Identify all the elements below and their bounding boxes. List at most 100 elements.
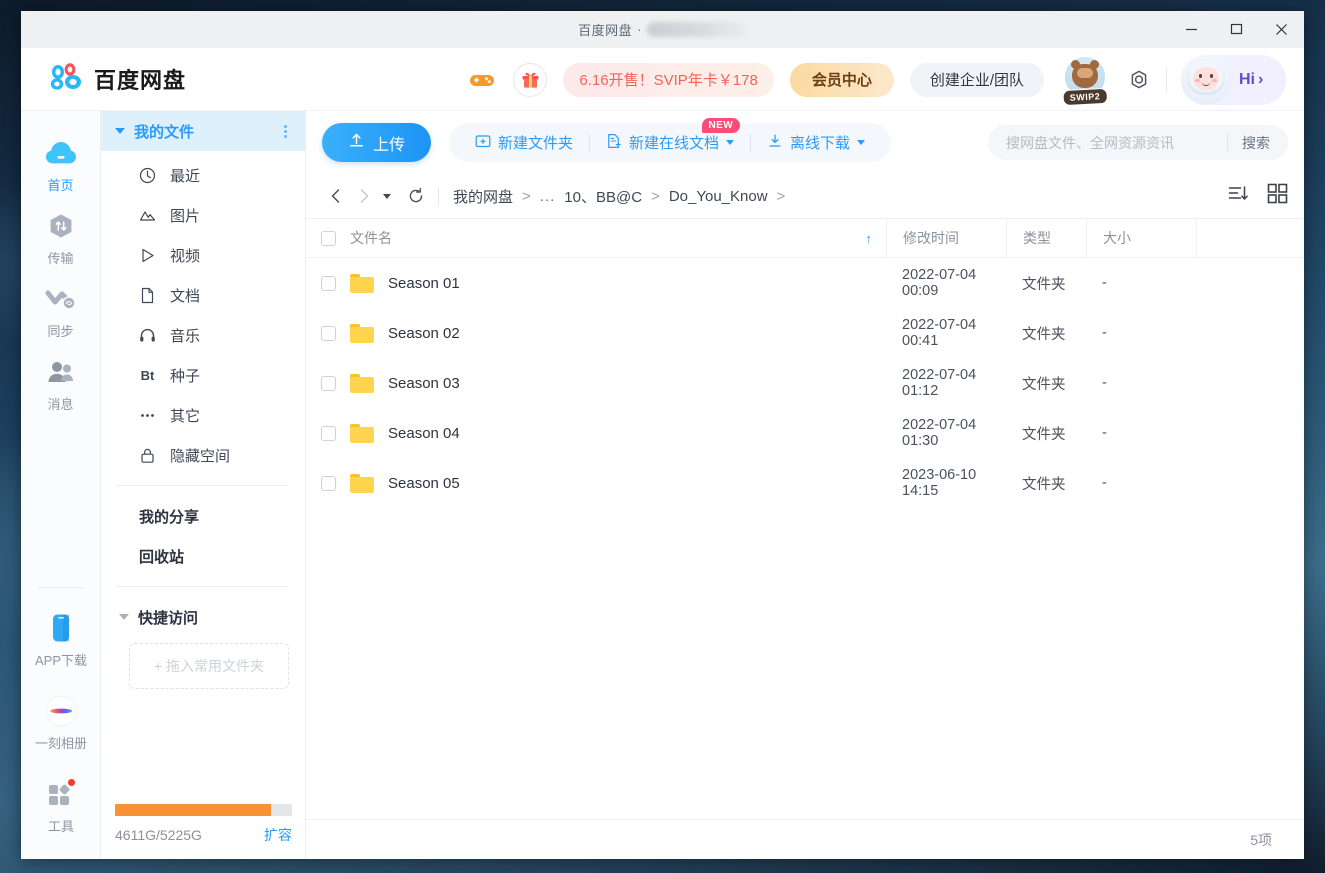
back-button[interactable] xyxy=(322,182,350,210)
new-online-doc-button[interactable]: NEW 新建在线文档 xyxy=(596,118,744,153)
gift-icon[interactable] xyxy=(513,62,548,97)
tree-item-recycle-bin[interactable]: 回收站 xyxy=(101,536,305,576)
file-table-header: 文件名 ↑ 修改时间 类型 大小 xyxy=(306,218,1304,258)
forward-button[interactable] xyxy=(350,182,378,210)
row-size: - xyxy=(1102,325,1107,341)
tree-item-torrents[interactable]: Bt 种子 xyxy=(101,355,305,395)
tree-item-documents[interactable]: 文档 xyxy=(101,275,305,315)
row-file-name: Season 03 xyxy=(388,374,460,392)
folder-icon xyxy=(350,323,374,343)
new-folder-label: 新建文件夹 xyxy=(498,135,574,152)
rail-item-album[interactable]: 一刻相册 xyxy=(25,685,97,758)
row-name-cell[interactable]: Season 01 xyxy=(350,273,886,293)
row-checkbox-cell[interactable] xyxy=(306,375,350,391)
search-button[interactable]: 搜索 xyxy=(1228,133,1284,153)
breadcrumb-item-2[interactable]: Do_You_Know xyxy=(669,188,768,205)
tree-item-hidden-space[interactable]: 隐藏空间 xyxy=(101,435,305,475)
row-checkbox-cell[interactable] xyxy=(306,475,350,491)
rail-item-sync[interactable]: 同步 xyxy=(25,273,97,346)
row-checkbox-cell[interactable] xyxy=(306,425,350,441)
row-mtime: 2022-07-04 01:12 xyxy=(902,367,977,399)
caret-down-icon xyxy=(115,128,125,134)
user-account-chip[interactable]: Hi › xyxy=(1181,54,1286,105)
file-toolbar: 上传 新建文件夹 NEW 新建在线文档 离线下载 搜网盘文件、全网资源资讯 搜索 xyxy=(306,111,1304,174)
minimize-button[interactable] xyxy=(1169,11,1214,48)
row-checkbox-cell[interactable] xyxy=(306,275,350,291)
tree-item-music[interactable]: 音乐 xyxy=(101,315,305,355)
column-header-name[interactable]: 文件名 ↑ xyxy=(350,228,886,248)
tree-header-my-files[interactable]: 我的文件 xyxy=(101,111,305,151)
history-dropdown-button[interactable] xyxy=(378,182,396,210)
storage-upgrade-link[interactable]: 扩容 xyxy=(264,825,292,845)
file-table-body: Season 01 2022-07-04 00:09 文件夹 - Season 02 20… xyxy=(306,258,1304,819)
document-icon xyxy=(139,287,156,304)
table-row[interactable]: Season 01 2022-07-04 00:09 文件夹 - xyxy=(306,258,1304,308)
search-box[interactable]: 搜索 xyxy=(988,125,1288,160)
row-checkbox[interactable] xyxy=(320,425,336,441)
breadcrumb-item-1[interactable]: 10、BB@C xyxy=(564,186,642,207)
search-input[interactable] xyxy=(1006,134,1227,151)
grid-view-icon[interactable] xyxy=(1267,183,1288,209)
table-row[interactable]: Season 03 2022-07-04 01:12 文件夹 - xyxy=(306,358,1304,408)
caret-down-icon xyxy=(119,614,129,620)
window-title-app: 百度网盘 xyxy=(578,23,633,38)
tree-group-quick-access-label: 快捷访问 xyxy=(138,609,199,627)
tree-item-music-label: 音乐 xyxy=(170,327,201,345)
maximize-button[interactable] xyxy=(1214,11,1259,48)
row-checkbox[interactable] xyxy=(320,275,336,291)
column-header-size[interactable]: 大小 xyxy=(1086,218,1196,258)
row-checkbox[interactable] xyxy=(320,375,336,391)
tree-more-icon[interactable] xyxy=(280,121,291,142)
brand[interactable]: 百度网盘 xyxy=(50,62,186,96)
window-title: 百度网盘 · xyxy=(21,20,1304,39)
select-all-checkbox-cell[interactable] xyxy=(306,230,350,246)
tree-item-recent[interactable]: 最近 xyxy=(101,155,305,195)
row-checkbox-cell[interactable] xyxy=(306,325,350,341)
column-header-mtime[interactable]: 修改时间 xyxy=(886,218,1006,258)
table-row[interactable]: Season 04 2022-07-04 01:30 文件夹 - xyxy=(306,408,1304,458)
vip-center-button[interactable]: 会员中心 xyxy=(789,62,894,97)
rail-item-transfer[interactable]: 传输 xyxy=(25,200,97,273)
tree-item-images[interactable]: 图片 xyxy=(101,195,305,235)
rail-item-app-download[interactable]: APP下载 xyxy=(25,602,97,675)
view-tools xyxy=(1228,183,1288,209)
table-row[interactable]: Season 05 2023-06-10 14:15 文件夹 - xyxy=(306,458,1304,508)
upload-button[interactable]: 上传 xyxy=(322,123,432,162)
offline-download-button[interactable]: 离线下载 xyxy=(757,132,875,153)
row-name-cell[interactable]: Season 05 xyxy=(350,473,886,493)
breadcrumb-root[interactable]: 我的网盘 xyxy=(453,186,513,207)
row-name-cell[interactable]: Season 02 xyxy=(350,323,886,343)
refresh-button[interactable] xyxy=(402,182,430,210)
swip-mascot[interactable]: SWIP2 xyxy=(1060,56,1110,106)
tree-group-quick-access[interactable]: 快捷访问 xyxy=(101,597,305,637)
select-all-checkbox[interactable] xyxy=(320,230,336,246)
breadcrumb-ellipsis[interactable]: ... xyxy=(540,188,556,205)
quick-access-dropzone[interactable]: + 拖入常用文件夹 xyxy=(129,643,289,689)
status-bar: 5项 xyxy=(306,819,1304,859)
tree-item-recycle-bin-label: 回收站 xyxy=(139,548,185,566)
close-button[interactable] xyxy=(1259,11,1304,48)
sort-descending-icon[interactable] xyxy=(1228,184,1249,208)
row-name-cell[interactable]: Season 03 xyxy=(350,373,886,393)
gamepad-icon[interactable] xyxy=(465,63,499,97)
row-checkbox[interactable] xyxy=(320,325,336,341)
rail-item-message[interactable]: 消息 xyxy=(25,346,97,419)
tree-item-my-shares[interactable]: 我的分享 xyxy=(101,496,305,536)
storage-usage-text: 4611G/5225G xyxy=(115,827,202,843)
column-header-mtime-label: 修改时间 xyxy=(903,230,959,246)
create-team-button[interactable]: 创建企业/团队 xyxy=(909,62,1044,97)
tree-item-others[interactable]: 其它 xyxy=(101,395,305,435)
swip-badge-label: SWIP2 xyxy=(1062,87,1108,106)
breadcrumb-divider xyxy=(438,186,439,206)
row-name-cell[interactable]: Season 04 xyxy=(350,423,886,443)
tree-item-videos[interactable]: 视频 xyxy=(101,235,305,275)
rail-item-tools[interactable]: 工具 xyxy=(25,768,97,841)
new-folder-button[interactable]: 新建文件夹 xyxy=(465,132,583,153)
tree-category-list: 最近 图片 视频 文档 音乐 Bt 种子 其它 隐藏空间 xyxy=(101,151,305,475)
table-row[interactable]: Season 02 2022-07-04 00:41 文件夹 - xyxy=(306,308,1304,358)
row-checkbox[interactable] xyxy=(320,475,336,491)
column-header-type[interactable]: 类型 xyxy=(1006,218,1086,258)
promo-banner[interactable]: 6.16开售！SVIP年卡￥178 xyxy=(563,62,774,97)
gear-icon[interactable] xyxy=(1122,63,1156,97)
rail-item-home[interactable]: 首页 xyxy=(25,127,97,200)
